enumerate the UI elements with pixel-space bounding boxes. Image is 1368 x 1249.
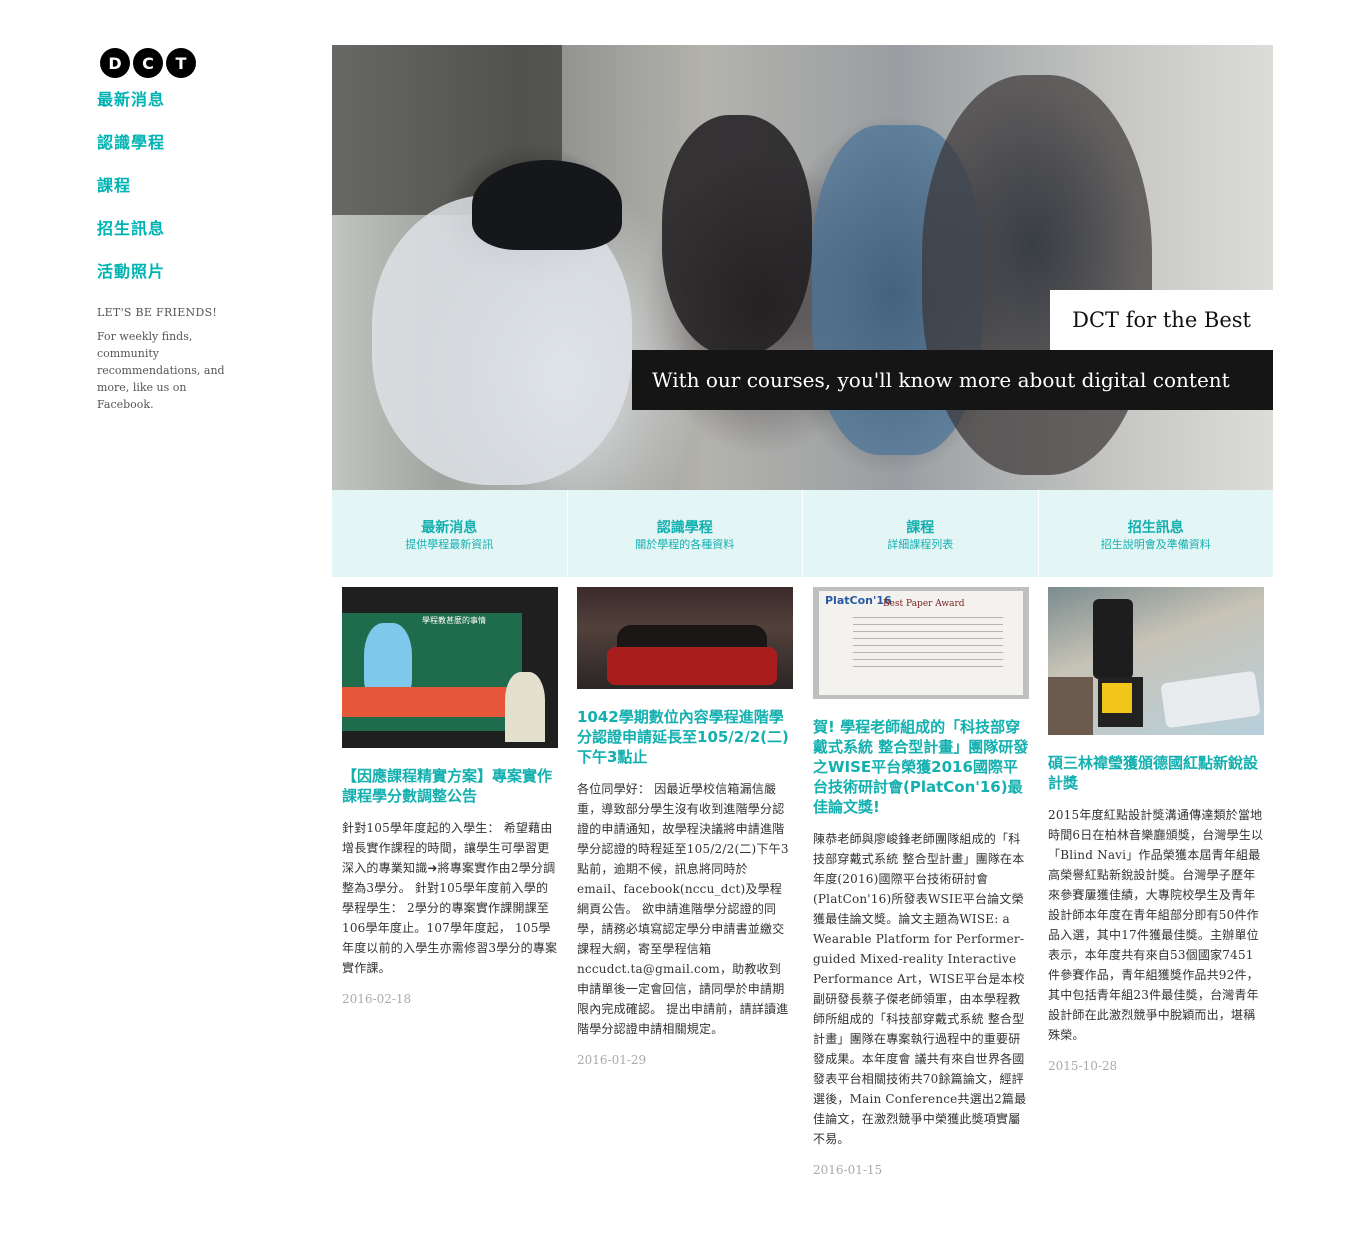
thumb-certificate-lines xyxy=(853,617,1003,667)
article-title[interactable]: 碩三林禕瑩獲頒德國紅點新銳設計獎 xyxy=(1048,753,1264,793)
news-article: PlatCon'16 Best Paper Award 賀! 學程老師組成的「科… xyxy=(813,587,1029,1177)
hero-caption-title: DCT for the Best xyxy=(1050,290,1273,350)
thumb-phone xyxy=(1098,677,1143,727)
thumb-speaker xyxy=(505,672,545,742)
news-article: 1042學期數位內容學程進階學分認證申請延長至105/2/2(二)下午3點止 各… xyxy=(577,587,793,1067)
hero-caption-subtitle: With our courses, you'll know more about… xyxy=(632,350,1273,410)
feature-bar: 最新消息 提供學程最新資訊 認識學程 關於學程的各種資料 課程 詳細課程列表 招… xyxy=(332,490,1273,577)
logo-letter-d: D xyxy=(100,48,130,78)
article-thumbnail[interactable] xyxy=(1048,587,1264,735)
logo-letter-t: T xyxy=(166,48,196,78)
article-excerpt: 各位同學好： 因最近學校信箱漏信嚴重，導致部分學生沒有收到進階學分認證的申請通知… xyxy=(577,782,789,1036)
thumb-person xyxy=(1048,677,1093,735)
thumb-sofa xyxy=(607,647,777,685)
article-title[interactable]: 【因應課程精實方案】專案實作課程學分數調整公告 xyxy=(342,766,558,806)
feature-title: 最新消息 xyxy=(421,520,478,536)
sidebar: D C T 最新消息 認識學程 課程 招生訊息 活動照片 LET'S BE FR… xyxy=(97,48,237,413)
hero-photo-cap xyxy=(472,160,622,250)
feature-news[interactable]: 最新消息 提供學程最新資訊 xyxy=(332,490,568,577)
article-excerpt: 2015年度紅點設計獎溝通傳達類於當地時間6日在柏林音樂廳頒獎，台灣學生以「Bl… xyxy=(1048,808,1264,1042)
article-thumbnail[interactable]: PlatCon'16 Best Paper Award xyxy=(813,587,1029,699)
feature-title: 招生訊息 xyxy=(1127,520,1184,536)
hero-photo-person xyxy=(922,75,1152,475)
feature-admissions[interactable]: 招生訊息 招生說明會及準備資料 xyxy=(1039,490,1274,577)
article-excerpt: 針對105學年度起的入學生： 希望藉由增長實作課程的時間，讓學生可學習更深入的專… xyxy=(342,821,558,975)
friends-text: For weekly finds, community recommendati… xyxy=(97,330,225,411)
news-article: 碩三林禕瑩獲頒德國紅點新銳設計獎 2015年度紅點設計獎溝通傳達類於當地時間6日… xyxy=(1048,587,1264,1073)
feature-subtitle: 關於學程的各種資料 xyxy=(635,538,735,551)
sidebar-nav: 最新消息 認識學程 課程 招生訊息 活動照片 xyxy=(97,90,237,305)
feature-title: 課程 xyxy=(906,520,935,536)
article-date: 2016-01-15 xyxy=(813,1163,883,1177)
hero-banner: DCT for the Best With our courses, you'l… xyxy=(332,45,1273,490)
logo-letter-c: C xyxy=(133,48,163,78)
thumb-platcon-logo: PlatCon'16 xyxy=(825,594,892,607)
thumb-app-screen xyxy=(1102,683,1132,713)
sidebar-item-admissions[interactable]: 招生訊息 xyxy=(97,219,237,262)
feature-title: 認識學程 xyxy=(656,520,713,536)
dct-logo[interactable]: D C T xyxy=(100,48,237,78)
friends-heading: LET'S BE FRIENDS! xyxy=(97,306,218,319)
feature-about[interactable]: 認識學程 關於學程的各種資料 xyxy=(568,490,803,577)
article-date: 2016-01-29 xyxy=(577,1053,647,1067)
thumb-phone xyxy=(1160,670,1261,729)
thumb-phone xyxy=(1093,599,1133,679)
sidebar-item-news[interactable]: 最新消息 xyxy=(97,90,237,133)
article-date: 2016-02-18 xyxy=(342,992,412,1006)
feature-subtitle: 詳細課程列表 xyxy=(887,538,954,551)
sidebar-item-courses[interactable]: 課程 xyxy=(97,176,237,219)
feature-subtitle: 提供學程最新資訊 xyxy=(405,538,494,551)
article-thumbnail[interactable] xyxy=(577,587,793,689)
thumb-award-text: Best Paper Award xyxy=(883,599,965,609)
feature-subtitle: 招生說明會及準備資料 xyxy=(1100,538,1211,551)
hero-photo-person xyxy=(662,115,812,355)
feature-courses[interactable]: 課程 詳細課程列表 xyxy=(803,490,1039,577)
sidebar-item-about[interactable]: 認識學程 xyxy=(97,133,237,176)
thumb-desk-illustration xyxy=(342,687,507,717)
article-thumbnail[interactable]: 學程教甚麼的事情 xyxy=(342,587,558,748)
article-date: 2015-10-28 xyxy=(1048,1059,1118,1073)
sidebar-item-photos[interactable]: 活動照片 xyxy=(97,262,237,305)
article-title[interactable]: 1042學期數位內容學程進階學分認證申請延長至105/2/2(二)下午3點止 xyxy=(577,707,793,767)
article-title[interactable]: 賀! 學程老師組成的「科技部穿戴式系統 整合型計畫」團隊研發之WISE平台榮獲2… xyxy=(813,717,1029,817)
thumb-slide-text: 學程教甚麼的事情 xyxy=(422,616,486,625)
article-excerpt: 陳恭老師與廖峻鋒老師團隊組成的「科技部穿戴式系統 整合型計畫」團隊在本年度(20… xyxy=(813,832,1027,1146)
news-article: 學程教甚麼的事情 【因應課程精實方案】專案實作課程學分數調整公告 針對105學年… xyxy=(342,587,558,1006)
